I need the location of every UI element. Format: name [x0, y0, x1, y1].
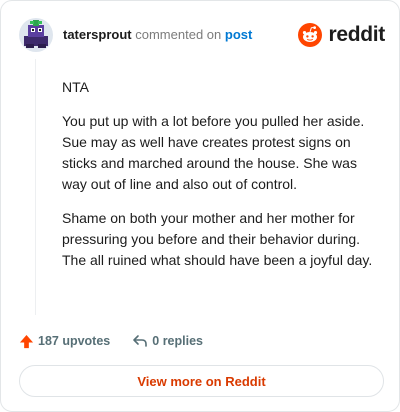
post-link[interactable]: post: [225, 27, 252, 42]
view-more-button[interactable]: View more on Reddit: [19, 365, 384, 397]
replies-count: 0 replies: [152, 334, 203, 348]
user-avatar[interactable]: [19, 18, 53, 52]
username-link[interactable]: tatersprout: [63, 27, 132, 42]
reddit-wordmark: reddit: [328, 23, 385, 46]
comment-footer: 187 upvotes 0 replies: [19, 331, 203, 351]
action-text: commented on: [135, 27, 222, 42]
comment-header: tatersprout commented on post reddit: [19, 15, 385, 55]
replies-button[interactable]: 0 replies: [132, 334, 203, 348]
reddit-brand[interactable]: reddit: [298, 23, 385, 47]
comment-meta: tatersprout commented on post: [63, 27, 252, 43]
upvote-button[interactable]: 187 upvotes: [19, 334, 110, 349]
comment-paragraph: NTA: [62, 79, 89, 95]
comment-paragraph: Shame on both your mother and her mother…: [62, 210, 373, 268]
comment-paragraph: You put up with a lot before you pulled …: [62, 113, 365, 192]
arrow-up-icon: [19, 334, 34, 348]
thread-line: [35, 59, 36, 315]
comment-body: NTA You put up with a lot before you pul…: [62, 77, 384, 284]
reply-arrow-icon: [133, 335, 148, 347]
upvote-count: 187 upvotes: [38, 334, 111, 348]
reddit-logo-icon: [298, 23, 323, 47]
embedded-comment-card: tatersprout commented on post reddit NTA…: [0, 0, 400, 412]
